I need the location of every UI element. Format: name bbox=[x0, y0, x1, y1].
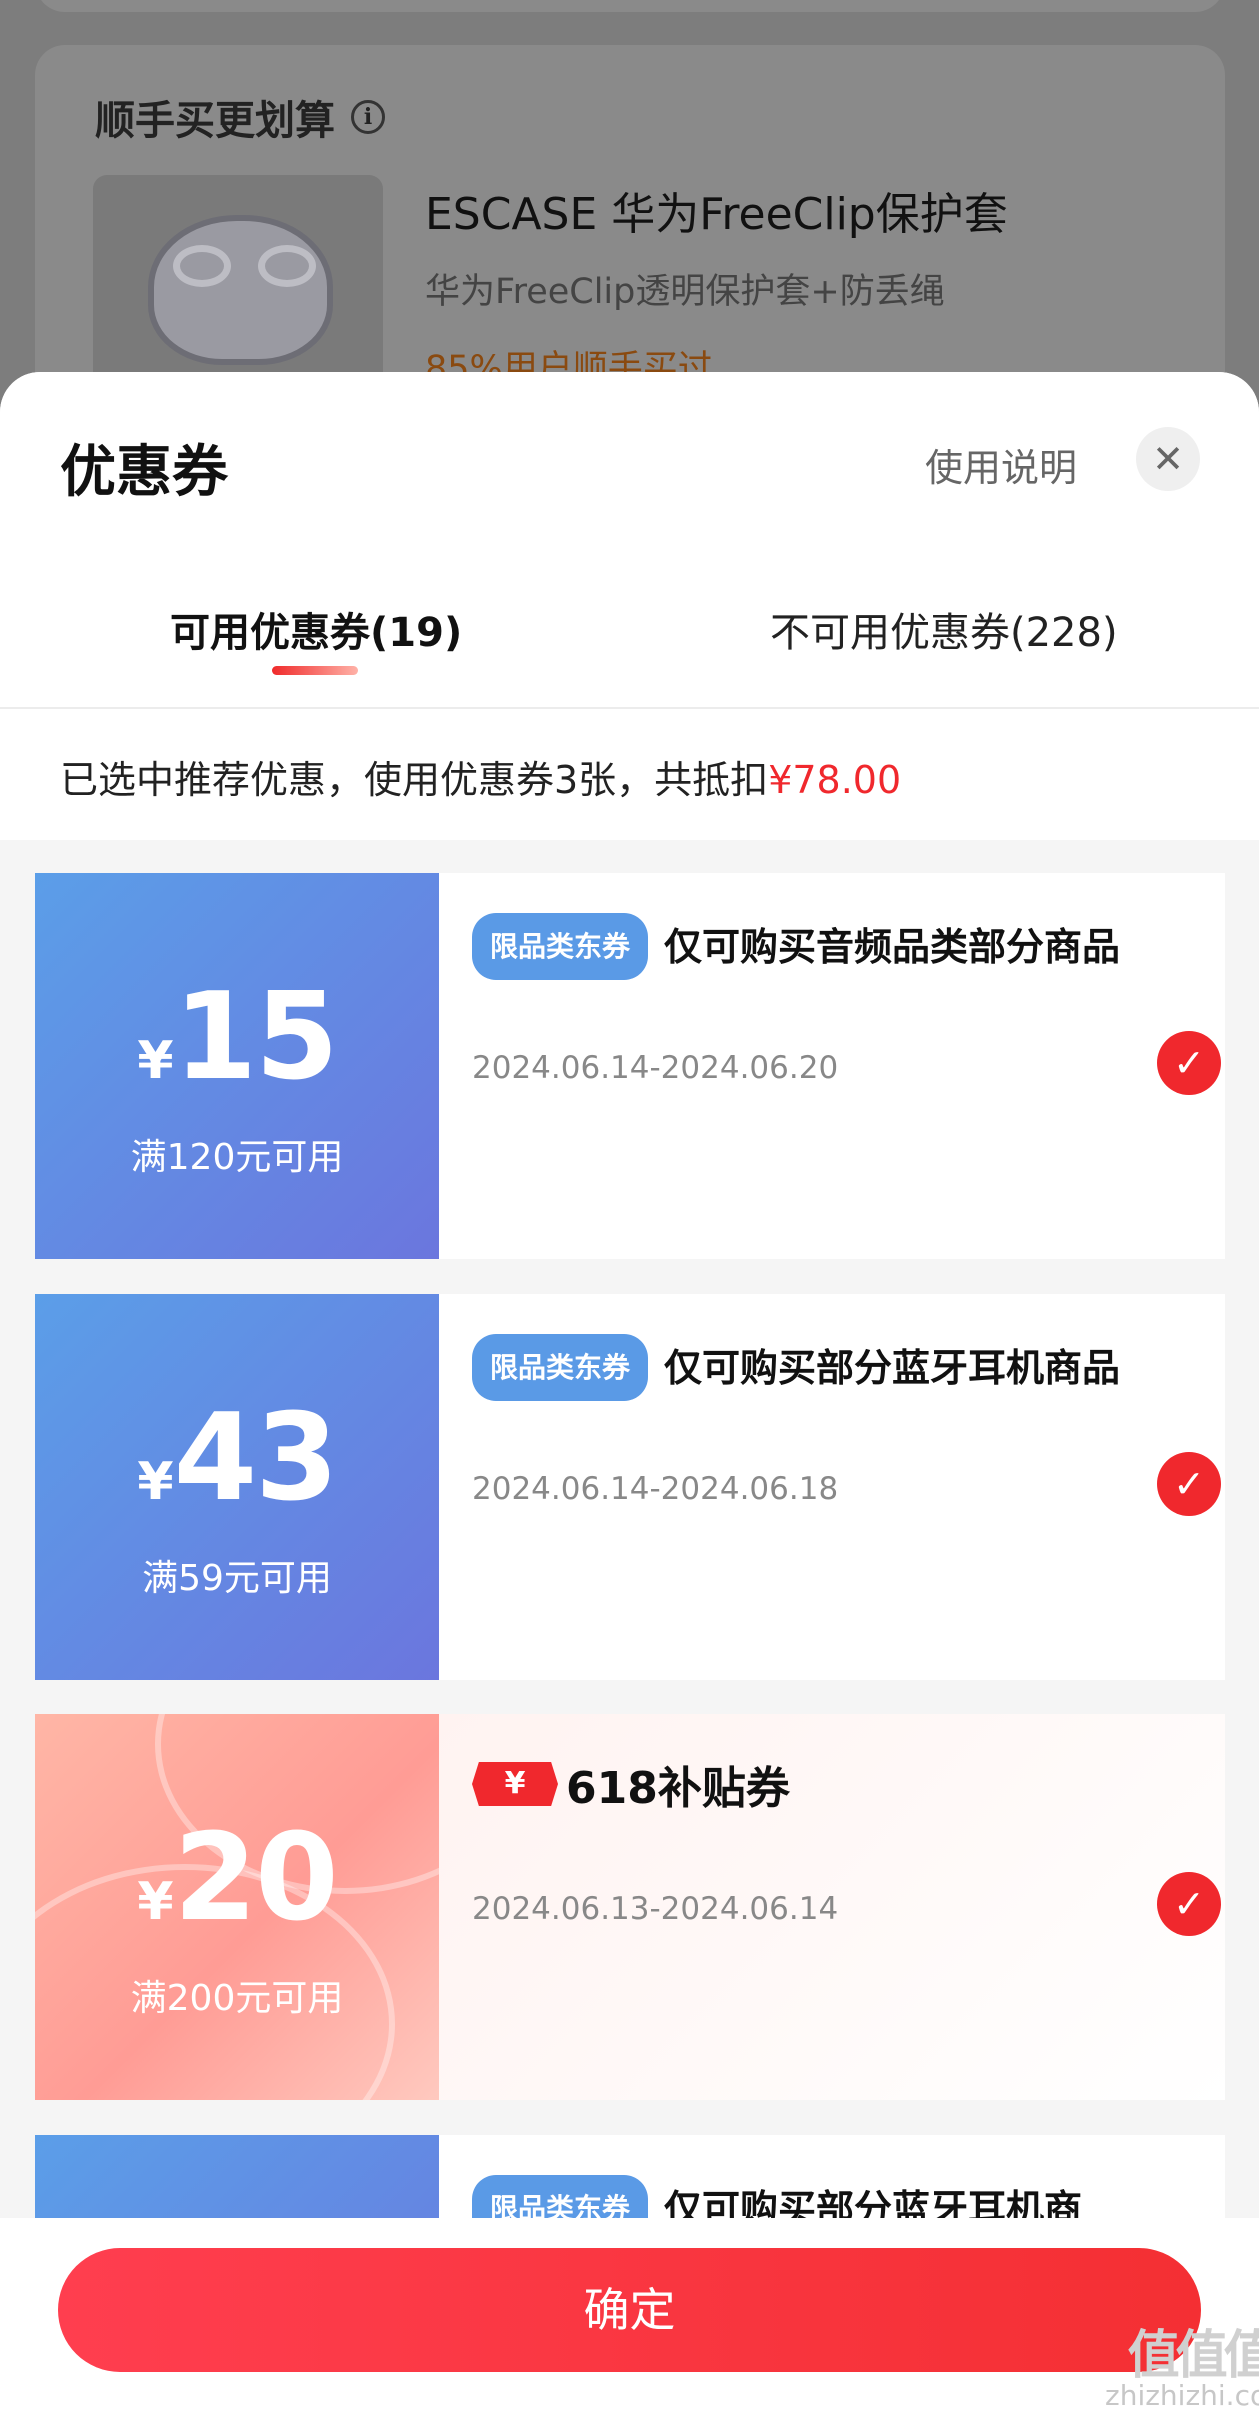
amount-value: 20 bbox=[173, 1809, 339, 1948]
coupon-card[interactable]: ¥43 满59元可用 限品类东券 仅可购买部分蓝牙耳机商品 2024.06.14-… bbox=[35, 1294, 1225, 1680]
sheet-footer: 确定 bbox=[0, 2218, 1259, 2412]
tab-available-coupons[interactable]: 可用优惠券(19) bbox=[170, 600, 462, 658]
yen-badge-icon: ¥ bbox=[472, 1762, 558, 1806]
coupon-details: 限品类东券 仅可购买部分蓝牙耳机商品 2024.06.14-2024.06.18 … bbox=[439, 1294, 1225, 1680]
section-title-text: 顺手买更划算 bbox=[95, 98, 335, 144]
close-icon: ✕ bbox=[1152, 437, 1184, 481]
currency-symbol: ¥ bbox=[137, 1031, 174, 1091]
discount-summary: 已选中推荐优惠，使用优惠券3张，共抵扣¥78.00 bbox=[0, 709, 1259, 840]
category-tag: 限品类东券 bbox=[472, 1334, 649, 1401]
coupon-validity: 2024.06.13-2024.06.14 bbox=[472, 1891, 839, 1927]
coupon-details: 限品类东券 仅可购买音频品类部分商品 2024.06.14-2024.06.20 … bbox=[439, 873, 1225, 1259]
coupon-title: 限品类东券 仅可购买音频品类部分商品 bbox=[472, 913, 1152, 980]
summary-label: 已选中推荐优惠，使用优惠券3张，共抵扣 bbox=[60, 758, 769, 802]
coupon-amount: ¥15 bbox=[35, 968, 439, 1107]
active-tab-indicator bbox=[272, 666, 358, 675]
coupon-validity: 2024.06.14-2024.06.20 bbox=[472, 1050, 839, 1086]
coupon-title-text: 仅可购买音频品类部分商品 bbox=[664, 925, 1121, 969]
coupon-threshold: 满59元可用 bbox=[142, 1558, 332, 1599]
coupon-title: 限品类东券 仅可购买部分蓝牙耳机商品 bbox=[472, 1334, 1152, 1401]
logo-text: 618补贴券 bbox=[566, 1763, 790, 1814]
category-tag: 限品类东券 bbox=[472, 913, 649, 980]
coupon-details: ¥ 618补贴券 2024.06.13-2024.06.14 ✓ bbox=[439, 1714, 1225, 2100]
selected-check-icon[interactable]: ✓ bbox=[1157, 1872, 1221, 1936]
coupon-amount: ¥43 bbox=[35, 1389, 439, 1528]
amount-value: 43 bbox=[173, 1389, 339, 1528]
coupon-title-text: 仅可购买部分蓝牙耳机商品 bbox=[664, 1346, 1121, 1390]
coupon-value-panel: ¥20 满200元可用 bbox=[35, 1714, 535, 2100]
currency-symbol: ¥ bbox=[137, 1452, 174, 1512]
product-thumbnail bbox=[93, 175, 383, 395]
coupon-value-panel: ¥15 满120元可用 bbox=[35, 873, 439, 1259]
amount-value: 15 bbox=[173, 968, 339, 1107]
background-section-title: 顺手买更划算 i bbox=[95, 88, 385, 146]
coupon-threshold: 满120元可用 bbox=[130, 1137, 344, 1178]
selected-check-icon[interactable]: ✓ bbox=[1157, 1452, 1221, 1516]
earbud-left-image bbox=[173, 245, 231, 287]
tab-unavailable-coupons[interactable]: 不可用优惠券(228) bbox=[770, 600, 1118, 658]
coupon-threshold: 满200元可用 bbox=[130, 1978, 344, 2019]
watermark: 值值值 zhizhizhi.com bbox=[1105, 2330, 1259, 2410]
coupon-value-panel: ¥43 满59元可用 bbox=[35, 1294, 439, 1680]
background-card-top bbox=[35, 0, 1225, 12]
coupon-card[interactable]: ¥20 满200元可用 ¥ 618补贴券 2024.06.13-2024.06.… bbox=[35, 1714, 1225, 2100]
close-button[interactable]: ✕ bbox=[1136, 427, 1200, 491]
currency-symbol: ¥ bbox=[137, 1872, 174, 1932]
product-title: ESCASE 华为FreeClip保护套 bbox=[425, 189, 1008, 240]
summary-amount: ¥78.00 bbox=[768, 758, 902, 802]
coupon-sheet: 优惠券 使用说明 ✕ 可用优惠券(19) 不可用优惠券(228) 已选中推荐优惠… bbox=[0, 372, 1259, 2412]
coupon-validity: 2024.06.14-2024.06.18 bbox=[472, 1471, 839, 1507]
earbud-right-image bbox=[258, 245, 316, 287]
coupon-card[interactable]: ¥15 满120元可用 限品类东券 仅可购买音频品类部分商品 2024.06.14… bbox=[35, 873, 1225, 1259]
coupon-amount: ¥20 bbox=[35, 1809, 439, 1948]
info-icon: i bbox=[351, 100, 385, 134]
watermark-domain: zhizhizhi.com bbox=[1105, 2379, 1259, 2412]
watermark-mark: 值值值 bbox=[1127, 2326, 1259, 2386]
product-subtitle: 华为FreeClip透明保护套+防丢绳 bbox=[425, 272, 945, 312]
usage-instructions-link[interactable]: 使用说明 bbox=[925, 437, 1077, 492]
confirm-button[interactable]: 确定 bbox=[58, 2248, 1201, 2372]
selected-check-icon[interactable]: ✓ bbox=[1157, 1031, 1221, 1095]
subsidy-coupon-logo: ¥ 618补贴券 bbox=[472, 1752, 790, 1816]
sheet-header: 优惠券 使用说明 ✕ 可用优惠券(19) 不可用优惠券(228) bbox=[0, 372, 1259, 707]
earbud-case-image bbox=[148, 215, 333, 365]
summary-text: 已选中推荐优惠，使用优惠券3张，共抵扣¥78.00 bbox=[60, 749, 901, 804]
sheet-title: 优惠券 bbox=[60, 440, 228, 505]
